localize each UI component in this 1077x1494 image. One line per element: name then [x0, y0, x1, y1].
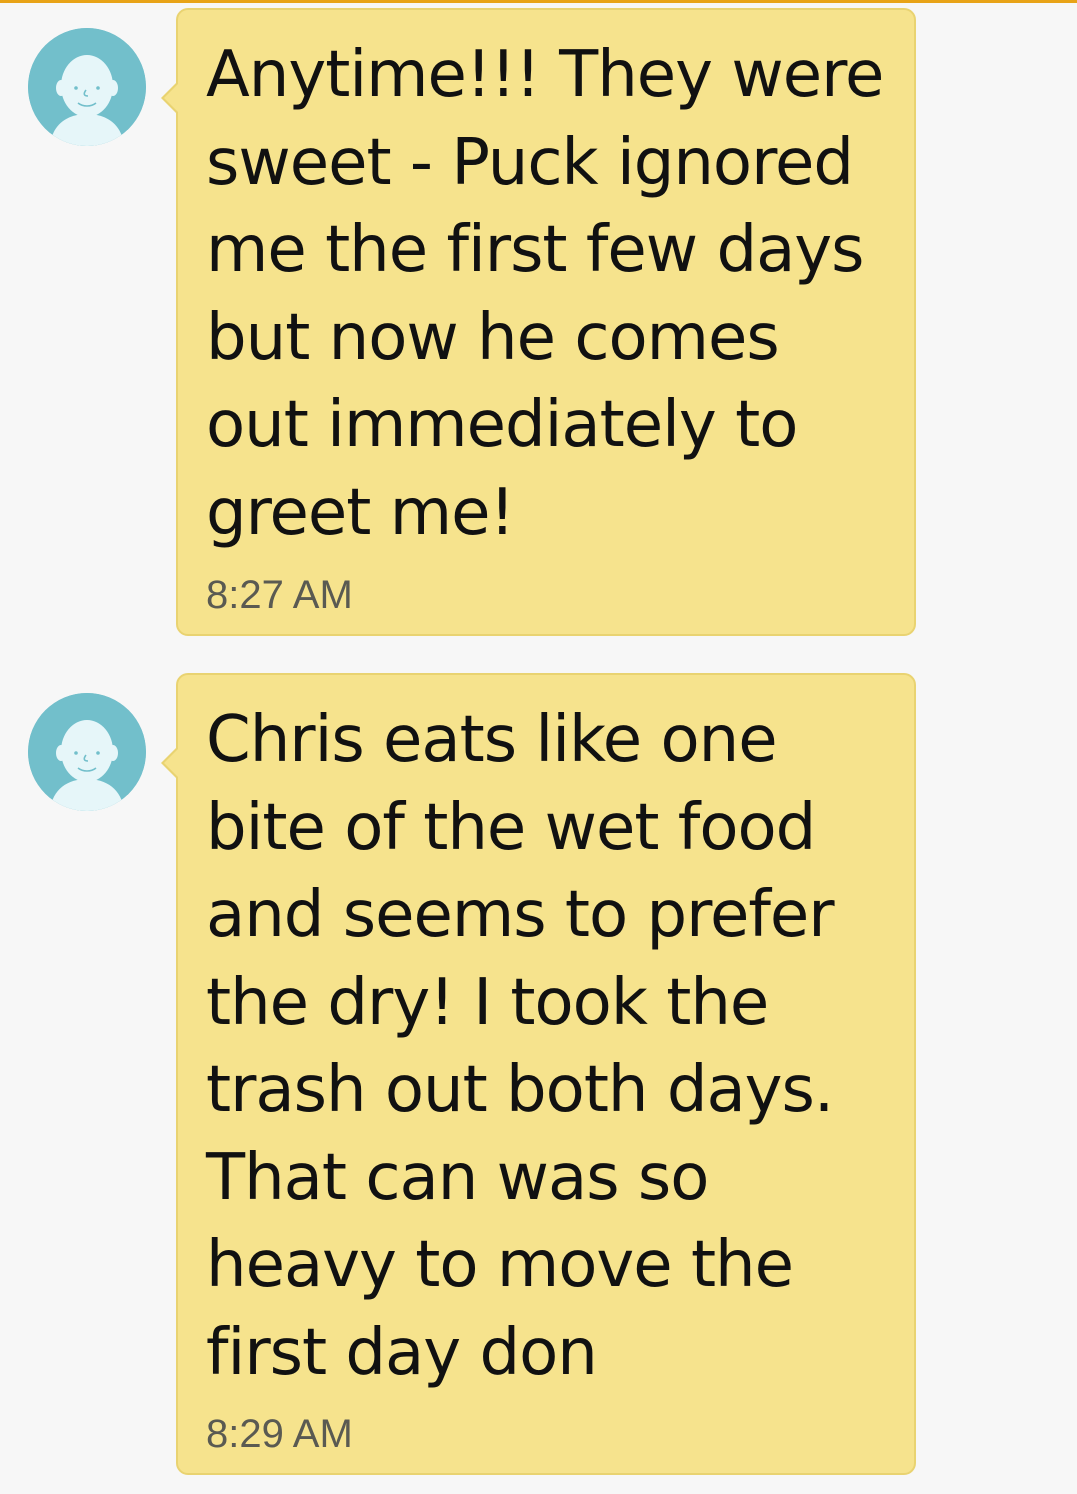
message-bubble[interactable]: Chris eats like one bite of the wet food…	[161, 673, 916, 1475]
message-timestamp: 8:27 AM	[206, 573, 353, 617]
top-accent-line	[0, 0, 1077, 3]
message-text: Chris eats like one bite of the wet food…	[206, 703, 835, 1390]
contact-avatar-icon[interactable]	[28, 693, 146, 811]
contact-avatar-icon[interactable]	[28, 28, 146, 146]
message-bubble[interactable]: Anytime!!! They were sweet - Puck ignore…	[161, 8, 916, 636]
message-timestamp: 8:29 AM	[206, 1412, 353, 1456]
message-text: Anytime!!! They were sweet - Puck ignore…	[206, 38, 884, 550]
